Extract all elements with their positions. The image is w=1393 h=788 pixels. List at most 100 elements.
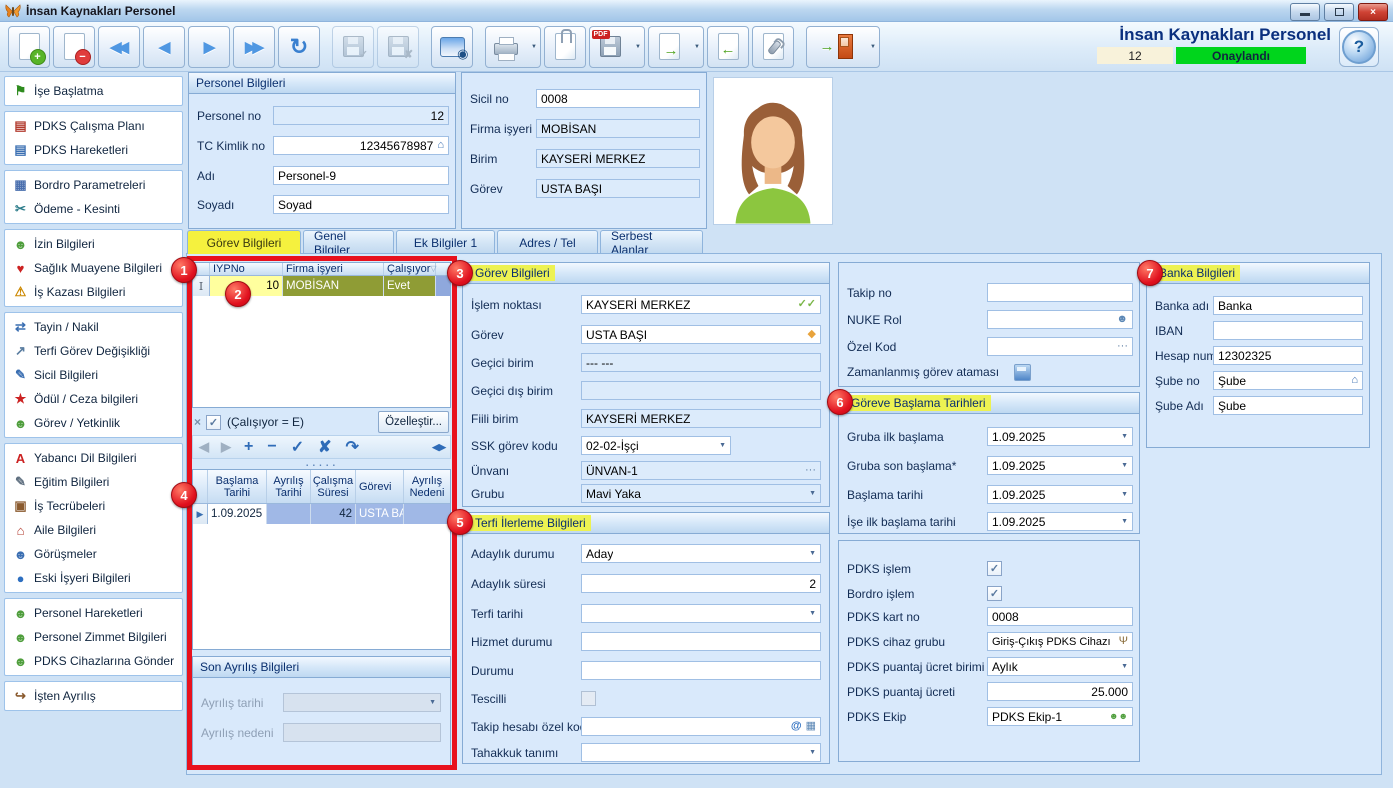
chevron-down-icon[interactable]: ▼ (809, 490, 816, 497)
scroll-pair-icon[interactable]: ◀▶ (432, 442, 446, 453)
bordro-islem-checkbox[interactable] (987, 586, 1002, 601)
takip-no-input[interactable] (987, 283, 1133, 302)
sidebar-item-terfi-gorev[interactable]: ↗Terfi Görev Değişikliği (5, 339, 182, 363)
sidebar-item-saglik-muayene[interactable]: ♥Sağlık Muayene Bilgileri (5, 256, 182, 280)
row-selector[interactable]: I (193, 276, 210, 296)
minimize-button[interactable] (1290, 3, 1320, 21)
column-header-firma-isyeri[interactable]: Firma işyeri (283, 263, 384, 275)
gruba-ilk-baslama-dropdown[interactable]: 1.09.2025▼ (987, 427, 1133, 446)
ellipsis-lookup-icon[interactable]: ··· (1117, 341, 1128, 352)
gorev-gecmisi-grid[interactable]: Başlama Tarihi Ayrılış Tarihi Çalışma Sü… (192, 469, 451, 650)
cell-calisiyor[interactable]: Evet (384, 276, 436, 296)
sidebar-item-bordro-parametreleri[interactable]: ▦Bordro Parametreleri (5, 173, 182, 197)
sidebar-item-egitim[interactable]: ✎Eğitim Bilgileri (5, 470, 182, 494)
pdks-cihaz-grubu-input[interactable]: Giriş-Çıkış PDKS CihazıΨ (987, 632, 1133, 651)
zamanlanmis-gorev-button[interactable] (1014, 364, 1031, 381)
tab-adres-tel[interactable]: Adres / Tel (497, 230, 598, 254)
chevron-down-icon[interactable]: ▼ (1121, 663, 1128, 670)
gruba-son-baslama-dropdown[interactable]: 1.09.2025▼ (987, 456, 1133, 475)
delete-row-icon[interactable]: − (267, 438, 276, 456)
sube-no-input[interactable]: Şube⌂ (1213, 371, 1363, 390)
iban-input[interactable] (1213, 321, 1363, 340)
sidebar-item-pdks-calisma-plani[interactable]: ▤PDKS Çalışma Planı (5, 114, 182, 138)
revert-button[interactable]: ← (707, 26, 749, 68)
adaylik-durumu-dropdown[interactable]: Aday▼ (581, 544, 821, 563)
at-icon[interactable]: @ (791, 721, 802, 732)
cell-calisma-suresi[interactable]: 42 (311, 504, 356, 524)
preview-button[interactable]: ◉ (431, 26, 473, 68)
account-browse-icon[interactable]: ▦ (806, 721, 816, 732)
filter-active-checkbox[interactable] (206, 415, 221, 430)
last-record-button[interactable]: ▶▶ (233, 26, 275, 68)
refresh-rows-icon[interactable]: ↷ (346, 437, 359, 457)
grubu-dropdown[interactable]: Mavi Yaka▼ (581, 484, 821, 503)
column-header-calisma-suresi[interactable]: Çalışma Süresi (311, 470, 356, 503)
tab-gorev-bilgileri[interactable]: Görev Bilgileri (187, 230, 301, 254)
help-button[interactable]: ? (1339, 27, 1379, 67)
sidebar-item-pdks-hareketleri[interactable]: ▤PDKS Hareketleri (5, 138, 182, 162)
sidebar-item-aile-bilgileri[interactable]: ⌂Aile Bilgileri (5, 518, 182, 542)
sidebar-item-gorusmeler[interactable]: ☻Görüşmeler (5, 542, 182, 566)
close-button[interactable]: × (1358, 3, 1388, 21)
tc-kimlik-input[interactable]: 12345678987⌂ (273, 136, 449, 155)
sidebar-item-eski-isyeri[interactable]: ●Eski İşyeri Bilgileri (5, 566, 182, 590)
sidebar-item-isten-ayrilis[interactable]: ↪İşten Ayrılış (5, 684, 182, 708)
pdks-kart-no-input[interactable]: 0008 (987, 607, 1133, 626)
chevron-down-icon[interactable]: ▼ (1121, 433, 1128, 440)
post-edit-icon[interactable]: ✓ (291, 437, 304, 457)
cell-ayrilis-tarihi[interactable] (267, 504, 311, 524)
save-cancel-button[interactable]: ✘ (377, 26, 419, 68)
bank-lookup-icon[interactable]: ⌂ (1351, 375, 1358, 386)
unvani-field[interactable]: ÜNVAN-1··· (581, 461, 821, 480)
customize-filter-button[interactable]: Özelleştir... (378, 411, 449, 433)
verified-check-icon[interactable]: ✓✓ (798, 299, 816, 310)
row-selector[interactable]: ▶ (193, 504, 208, 524)
pdks-islem-checkbox[interactable] (987, 561, 1002, 576)
column-header-ayrilis-nedeni[interactable]: Ayrılış Nedeni (404, 470, 450, 503)
nav-prev-icon[interactable]: ◀ (199, 439, 209, 455)
chevron-down-icon[interactable]: ▼ (809, 610, 816, 617)
chevron-down-icon[interactable]: ▼ (809, 749, 816, 756)
column-header-ayrilis-tarihi[interactable]: Ayrılış Tarihi (267, 470, 311, 503)
splitter-handle[interactable]: ····· (192, 461, 451, 467)
tab-serbest-alanlar[interactable]: Serbest Alanlar (600, 230, 703, 254)
ozel-kod-input[interactable]: ··· (987, 337, 1133, 356)
copy-records-button[interactable]: → (648, 26, 704, 68)
ellipsis-lookup-icon[interactable]: ··· (805, 465, 816, 476)
first-record-button[interactable]: ◀◀ (98, 26, 140, 68)
column-header-calisiyor[interactable]: Çalışıyor▽ (384, 263, 436, 275)
column-header-gorevi[interactable]: Görevi (356, 470, 404, 503)
sidebar-item-personel-hareketleri[interactable]: ☻Personel Hareketleri (5, 601, 182, 625)
new-record-button[interactable]: + (8, 26, 50, 68)
exit-button[interactable]: → (806, 26, 880, 68)
ise-ilk-baslama-dropdown[interactable]: 1.09.2025▼ (987, 512, 1133, 531)
chevron-down-icon[interactable]: ▼ (719, 442, 726, 449)
pdks-ucret-birimi-dropdown[interactable]: Aylık▼ (987, 657, 1133, 676)
save-button[interactable]: ✓ (332, 26, 374, 68)
nav-next-icon[interactable]: ▶ (221, 439, 231, 455)
baslama-tarihi-dropdown[interactable]: 1.09.2025▼ (987, 485, 1133, 504)
pdf-export-button[interactable]: PDF (589, 26, 645, 68)
sidebar-item-pdks-cihazlara-gonder[interactable]: ☻PDKS Cihazlarına Gönder (5, 649, 182, 673)
adaylik-suresi-input[interactable]: 2 (581, 574, 821, 593)
chevron-down-icon[interactable]: ▼ (1121, 462, 1128, 469)
government-lookup-icon[interactable]: ⌂ (437, 140, 444, 151)
adi-input[interactable]: Personel-9 (273, 166, 449, 185)
tag-icon[interactable]: ◆ (808, 329, 816, 340)
pdks-puantaj-ucreti-input[interactable]: 25.000 (987, 682, 1133, 701)
takip-hesabi-ozel-kodu-input[interactable]: @▦ (581, 717, 821, 736)
sidebar-item-is-tecrubeleri[interactable]: ▣İş Tecrübeleri (5, 494, 182, 518)
sidebar-item-sicil-bilgileri[interactable]: ✎Sicil Bilgileri (5, 363, 182, 387)
next-record-button[interactable]: ▶ (188, 26, 230, 68)
chevron-down-icon[interactable]: ▼ (809, 550, 816, 557)
cell-gorevi[interactable]: USTA BAŞI (356, 504, 404, 524)
tab-genel-bilgiler[interactable]: Genel Bilgiler (303, 230, 394, 254)
column-header-iypno[interactable]: IYPNo (210, 263, 283, 275)
banka-adi-input[interactable]: Banka (1213, 296, 1363, 315)
clear-filter-icon[interactable]: × (194, 415, 201, 429)
sidebar-item-izin-bilgileri[interactable]: ☻İzin Bilgileri (5, 232, 182, 256)
device-antenna-icon[interactable]: Ψ (1119, 636, 1128, 647)
team-icon[interactable]: ☻☻ (1109, 711, 1128, 722)
attachment-button[interactable] (544, 26, 586, 68)
tahakkuk-tanimi-dropdown[interactable]: ▼ (581, 743, 821, 762)
